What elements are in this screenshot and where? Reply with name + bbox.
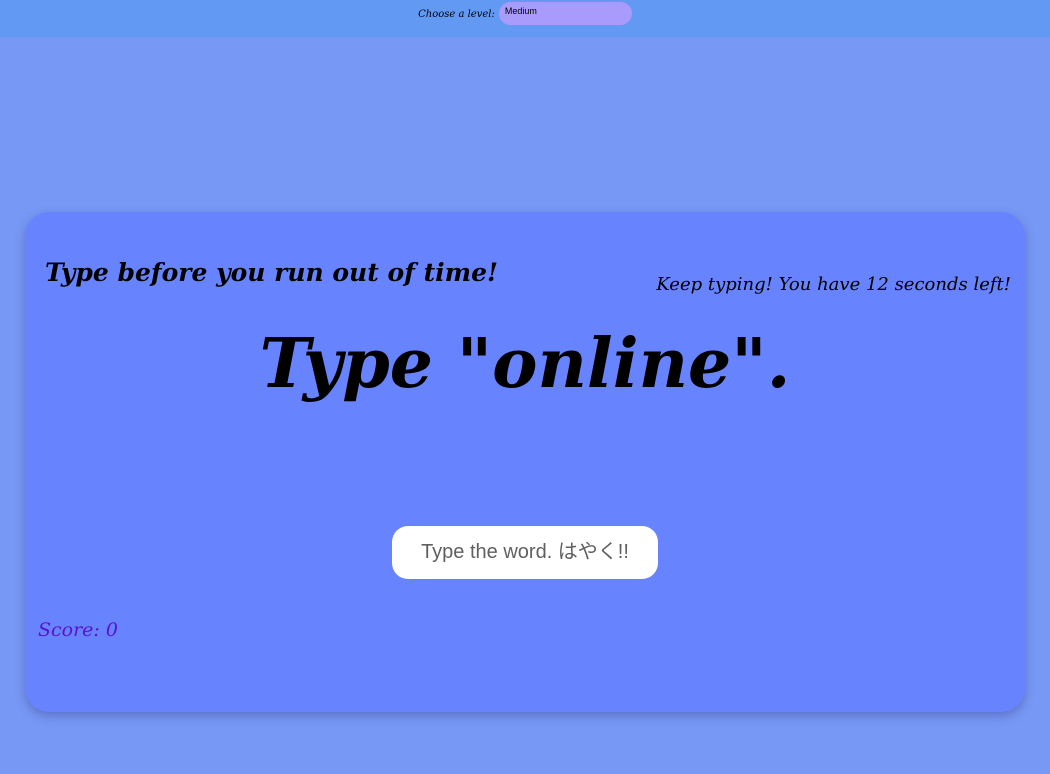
game-subtitle: Type before you run out of time! bbox=[45, 258, 498, 287]
word-prompt: Type "online". bbox=[259, 324, 791, 404]
level-label: Choose a level: bbox=[418, 8, 495, 20]
game-card: Type before you run out of time! Keep ty… bbox=[25, 212, 1025, 712]
word-input[interactable] bbox=[392, 526, 658, 579]
score-text: Score: 0 bbox=[38, 619, 118, 641]
top-bar: Choose a level: Medium bbox=[0, 0, 1050, 37]
timer-text: Keep typing! You have 12 seconds left! bbox=[656, 274, 1011, 295]
level-select[interactable]: Medium bbox=[498, 1, 632, 25]
